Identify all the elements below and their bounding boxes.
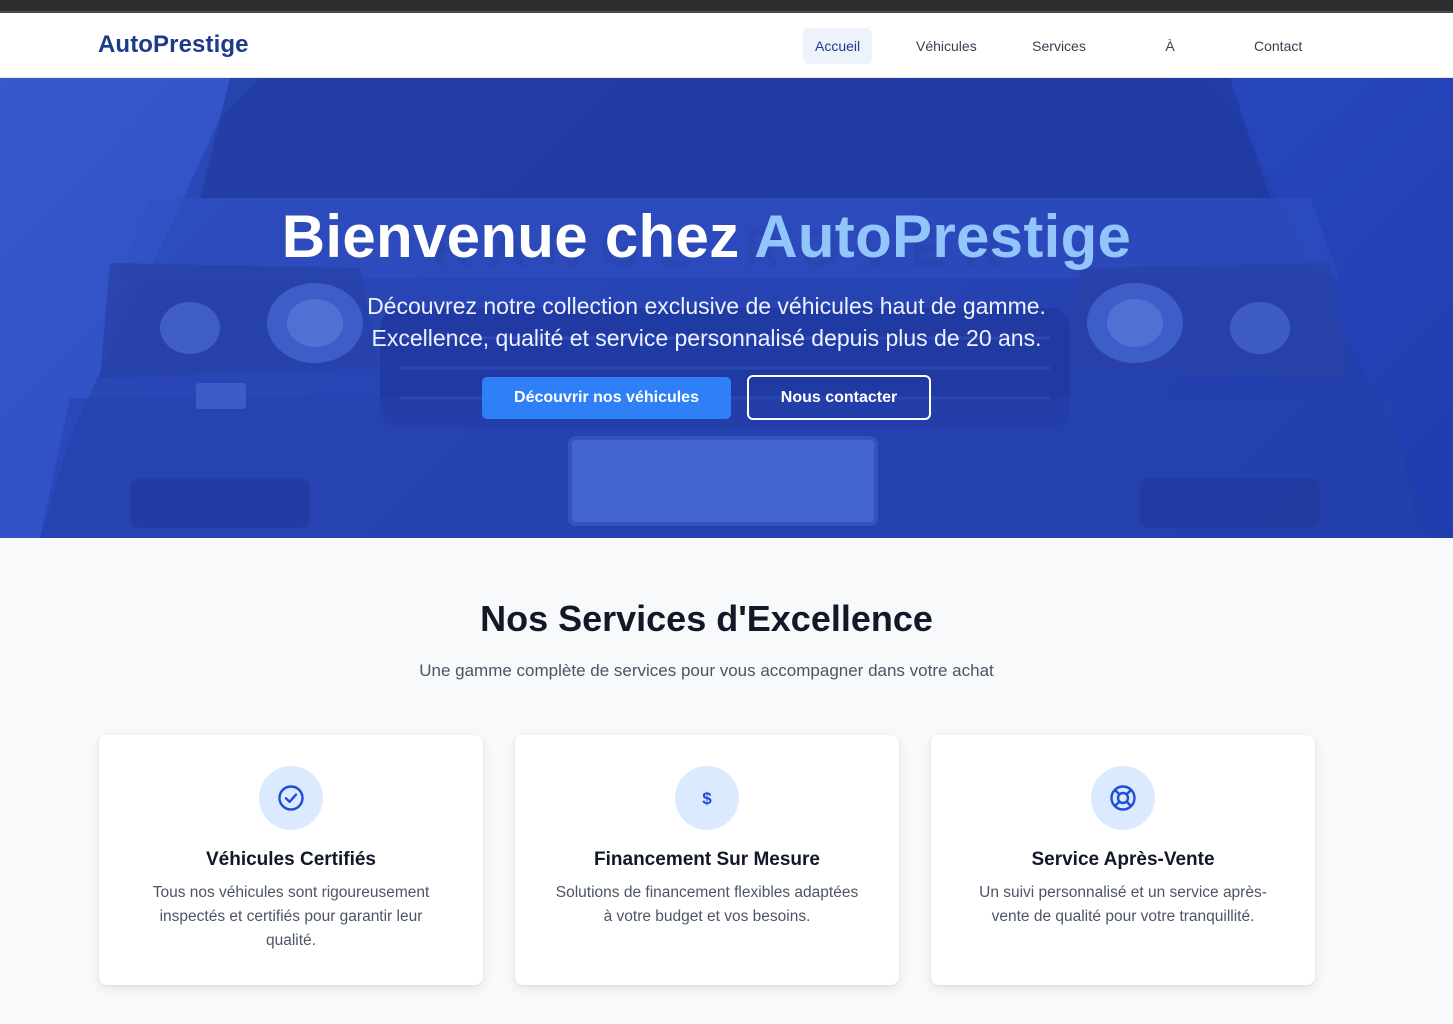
hero-subtitle: Découvrez notre collection exclusive de … bbox=[0, 290, 1413, 354]
hero-subtitle-line-1: Découvrez notre collection exclusive de … bbox=[367, 293, 1046, 319]
service-card: Service Après-Vente Un suivi personnalis… bbox=[931, 735, 1315, 985]
nav-item-accueil[interactable]: Accueil bbox=[803, 28, 872, 64]
svg-text:$: $ bbox=[702, 789, 712, 808]
nav-item-a-propos[interactable]: À propos bbox=[1130, 28, 1210, 90]
brand-logo[interactable]: AutoPrestige bbox=[98, 31, 249, 59]
hero-section: RANGE ROVER Bienvenue chez AutoPrestige … bbox=[0, 78, 1453, 538]
service-card: $ Financement Sur Mesure Solutions de fi… bbox=[515, 735, 899, 985]
service-card-text: Solutions de financement flexibles adapt… bbox=[555, 884, 859, 925]
nav-item-services[interactable]: Services bbox=[1020, 28, 1098, 64]
lifebuoy-icon bbox=[1091, 766, 1155, 830]
hero-title-accent: AutoPrestige bbox=[754, 203, 1132, 270]
nav-item-vehicules[interactable]: Véhicules bbox=[904, 28, 988, 64]
navbar: AutoPrestige Accueil Véhicules Services … bbox=[0, 13, 1453, 90]
nav-item-contact[interactable]: Contact bbox=[1242, 28, 1314, 64]
hero-title: Bienvenue chez AutoPrestige bbox=[0, 202, 1413, 271]
browser-top-strip bbox=[0, 0, 1453, 13]
service-card-title: Véhicules Certifiés bbox=[205, 849, 377, 870]
hero-title-prefix: Bienvenue chez bbox=[281, 203, 755, 270]
discover-vehicles-button[interactable]: Découvrir nos véhicules bbox=[482, 377, 731, 419]
services-subtitle: Une gamme complète de services pour vous… bbox=[419, 661, 994, 680]
hero-subtitle-line-2: Excellence, qualité et service personnal… bbox=[371, 325, 1042, 351]
service-card-text: Un suivi personnalisé et un service aprè… bbox=[979, 884, 1267, 925]
services-title: Nos Services d'Excellence bbox=[480, 598, 933, 639]
check-circle-icon bbox=[259, 766, 323, 830]
service-card-title: Financement Sur Mesure bbox=[594, 849, 820, 870]
service-card-text: Tous nos véhicules sont rigoureusement i… bbox=[152, 884, 430, 949]
service-card: Véhicules Certifiés Tous nos véhicules s… bbox=[99, 735, 483, 985]
service-card-title: Service Après-Vente bbox=[1031, 849, 1215, 870]
contact-us-button[interactable]: Nous contacter bbox=[747, 375, 931, 420]
dollar-icon: $ bbox=[675, 766, 739, 830]
